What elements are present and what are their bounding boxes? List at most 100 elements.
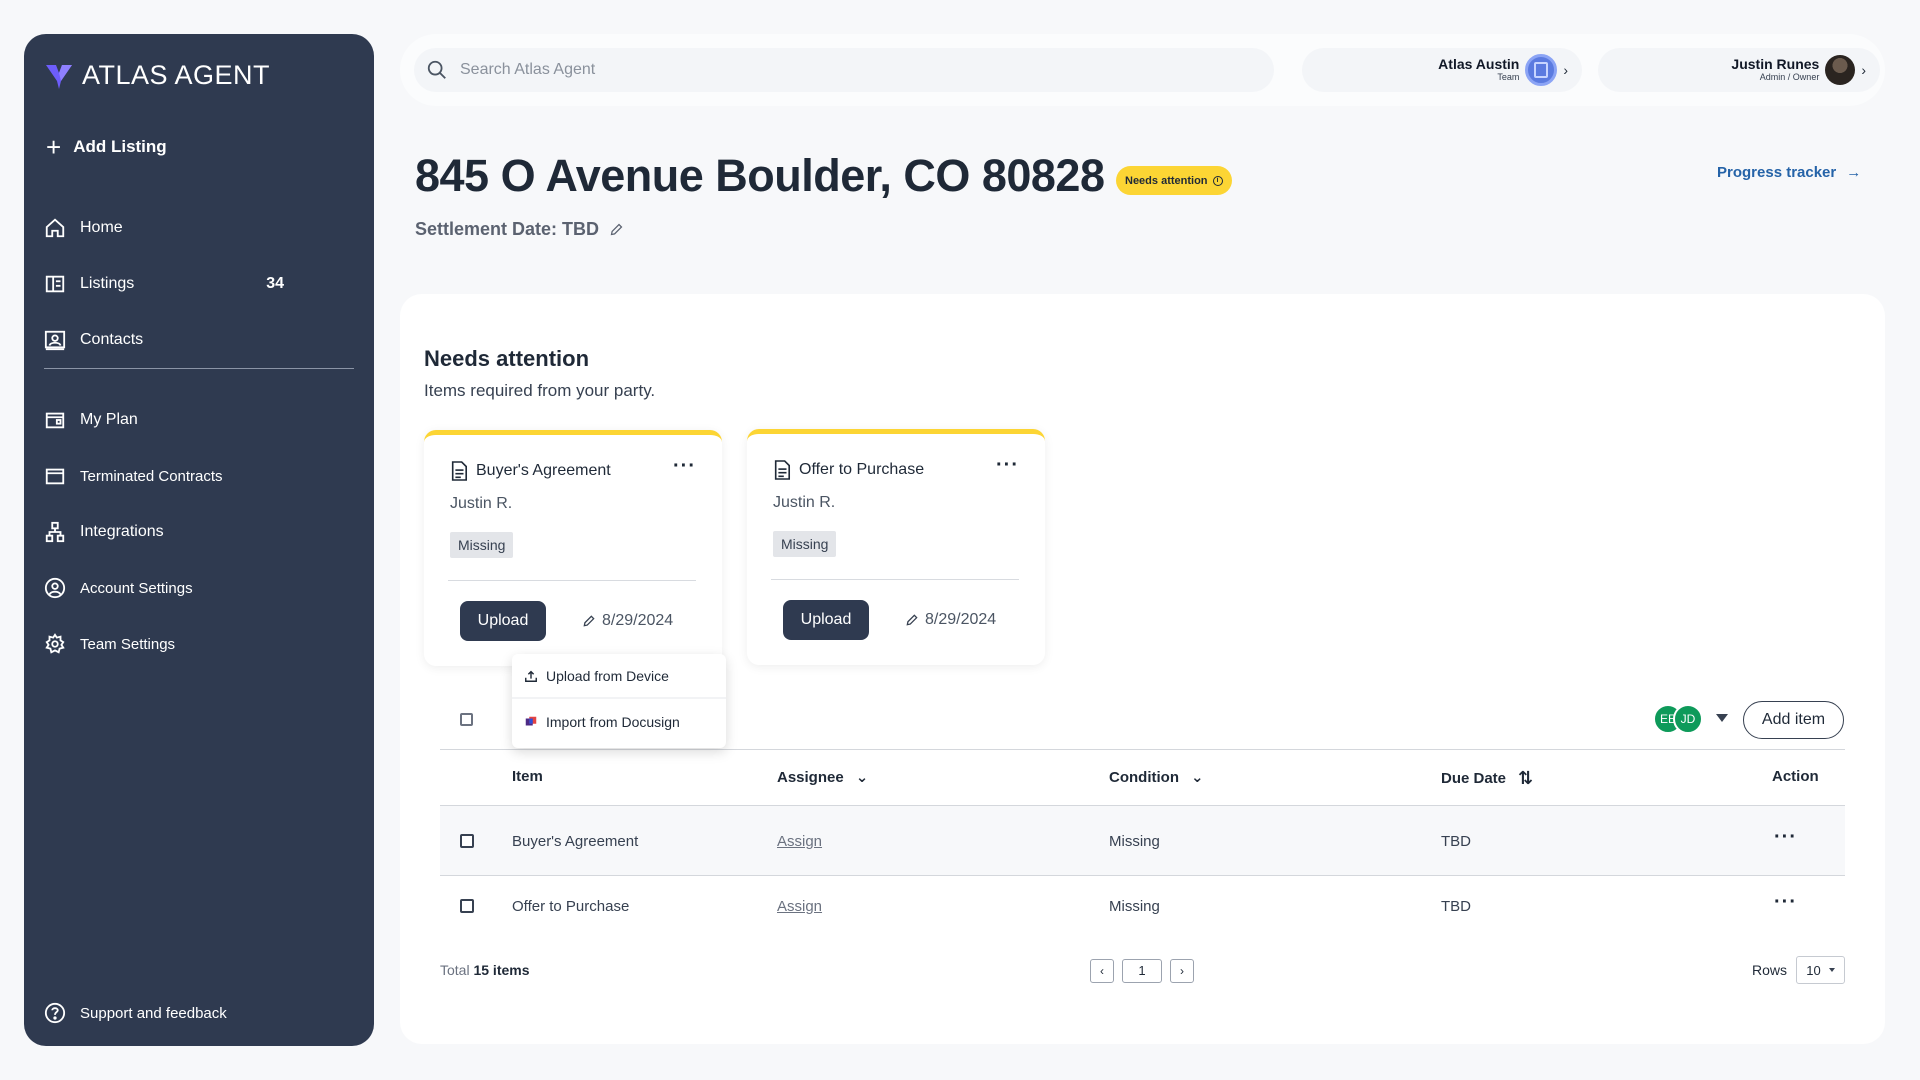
table-divider [440, 749, 1845, 750]
attention-card: Buyer's Agreement ··· Justin R. Missing … [424, 430, 722, 666]
sidebar-item-label: Listings [80, 275, 135, 292]
chevron-down-icon: ⌄ [855, 769, 869, 786]
upload-button[interactable]: Upload [460, 601, 546, 641]
user-name: Justin Runes [1731, 56, 1820, 73]
help-icon [44, 1002, 66, 1024]
sidebar-item-team-settings[interactable]: Team Settings [44, 627, 334, 661]
listings-icon [45, 275, 65, 293]
arrow-right-icon: → [1846, 164, 1862, 181]
prev-page-button[interactable]: ‹ [1090, 959, 1114, 983]
import-from-docusign-option[interactable]: Import from Docusign [524, 710, 680, 734]
sidebar-item-label: Contacts [80, 331, 144, 348]
sidebar-item-contacts[interactable]: Contacts [44, 323, 334, 357]
edit-pencil-icon [583, 615, 595, 627]
rows-label: Rows [1752, 962, 1788, 978]
card-divider [771, 579, 1019, 580]
option-label: Import from Docusign [546, 714, 680, 730]
assignee-avatars[interactable]: EE JD [1653, 704, 1703, 734]
info-icon[interactable]: i [1212, 175, 1223, 186]
team-role: Team [1497, 71, 1520, 82]
chevron-left-icon: ‹ [1100, 964, 1104, 978]
user-account-menu[interactable]: Justin Runes Admin / Owner › [1598, 48, 1880, 92]
more-options-icon[interactable]: ··· [1774, 891, 1797, 914]
user-role: Admin / Owner [1759, 71, 1820, 82]
column-header-item[interactable]: Item [512, 768, 543, 785]
upload-options-menu: Upload from Device Import from Docusign [512, 654, 726, 748]
card-title: Buyer's Agreement [476, 462, 611, 479]
column-label: Item [512, 768, 543, 785]
progress-tracker-link[interactable]: Progress tracker → [1717, 164, 1861, 181]
sidebar-item-home[interactable]: Home [44, 211, 334, 245]
logo[interactable]: ATLAS AGENT [44, 60, 270, 91]
card-due-date[interactable]: 8/29/2024 [905, 611, 996, 629]
row-checkbox[interactable] [460, 899, 474, 913]
next-page-button[interactable]: › [1170, 959, 1194, 983]
column-header-assignee[interactable]: Assignee ⌄ [777, 768, 869, 787]
table-row[interactable]: Buyer's Agreement Assign Missing TBD ··· [440, 806, 1845, 876]
team-settings-icon [45, 633, 65, 654]
column-label: Condition [1109, 768, 1179, 786]
more-options-icon[interactable]: ··· [1774, 826, 1797, 849]
cell-item: Buyer's Agreement [512, 833, 639, 850]
sidebar-item-terminated-contracts[interactable]: Terminated Contracts [44, 459, 334, 493]
plus-icon: + [46, 132, 62, 162]
support-label: Support and feedback [80, 1004, 227, 1022]
page-number-input[interactable]: 1 [1122, 959, 1162, 983]
more-options-icon[interactable]: ··· [673, 455, 696, 478]
team-name: Atlas Austin [1438, 56, 1520, 73]
cell-due-date: TBD [1441, 833, 1471, 850]
sidebar-item-integrations[interactable]: Integrations [44, 515, 334, 549]
card-date-text: 8/29/2024 [925, 611, 997, 628]
card-assignee: Justin R. [450, 495, 513, 512]
cell-condition: Missing [1109, 898, 1160, 915]
sidebar-item-label: Team Settings [80, 635, 176, 653]
pagination: ‹ 1 › [1090, 959, 1194, 983]
account-settings-icon [44, 577, 66, 599]
more-options-icon[interactable]: ··· [996, 454, 1019, 477]
team-account-switcher[interactable]: Atlas Austin Team › [1302, 48, 1582, 92]
settlement-date: Settlement Date: TBD [415, 219, 624, 240]
column-label: Action [1772, 768, 1819, 785]
add-item-button[interactable]: Add item [1743, 701, 1844, 739]
assign-link[interactable]: Assign [777, 898, 822, 915]
upload-icon [525, 670, 537, 682]
sort-icon: ⇅ [1518, 768, 1534, 788]
add-listing-button[interactable]: + Add Listing [46, 134, 167, 160]
chevron-down-icon: ⌄ [1190, 769, 1204, 786]
search-input[interactable] [460, 61, 1160, 79]
card-assignee: Justin R. [773, 494, 836, 511]
upload-button[interactable]: Upload [783, 600, 869, 640]
team-account-text: Atlas Austin Team [1438, 56, 1520, 82]
listings-count: 34 [266, 275, 284, 292]
document-icon [774, 460, 791, 480]
search-bar[interactable] [414, 48, 1274, 92]
column-header-due-date[interactable]: Due Date ⇅ [1441, 768, 1533, 789]
sidebar-item-label: Terminated Contracts [80, 467, 223, 485]
table-row[interactable]: Offer to Purchase Assign Missing TBD ··· [440, 877, 1845, 917]
column-header-condition[interactable]: Condition ⌄ [1109, 768, 1204, 787]
user-avatar [1825, 55, 1856, 85]
plan-icon [45, 412, 65, 429]
assign-link[interactable]: Assign [777, 833, 822, 850]
rows-per-page-select[interactable]: 10 [1796, 956, 1845, 984]
sidebar-item-label: Integrations [80, 523, 164, 540]
row-checkbox[interactable] [460, 834, 474, 848]
upload-from-device-option[interactable]: Upload from Device [524, 664, 669, 688]
cell-item: Offer to Purchase [512, 898, 630, 915]
sidebar-item-listings[interactable]: Listings 34 [44, 267, 334, 301]
card-due-date[interactable]: 8/29/2024 [582, 612, 673, 630]
sidebar-item-my-plan[interactable]: My Plan [44, 403, 334, 437]
column-label: Due Date [1441, 770, 1507, 787]
column-label: Assignee [777, 768, 844, 786]
edit-pencil-icon[interactable] [609, 222, 624, 237]
chevron-right-icon: › [1180, 964, 1184, 978]
card-header: Buyer's Agreement [450, 461, 611, 481]
sidebar-item-account-settings[interactable]: Account Settings [44, 571, 334, 605]
card-status-badge: Missing [450, 532, 514, 558]
select-all-checkbox[interactable] [460, 713, 473, 726]
terminated-contracts-icon [45, 468, 65, 485]
card-header: Offer to Purchase [773, 460, 924, 480]
support-feedback-link[interactable]: Support and feedback [44, 996, 334, 1030]
logo-text: ATLAS AGENT [82, 60, 271, 90]
caret-down-icon[interactable] [1716, 714, 1728, 722]
